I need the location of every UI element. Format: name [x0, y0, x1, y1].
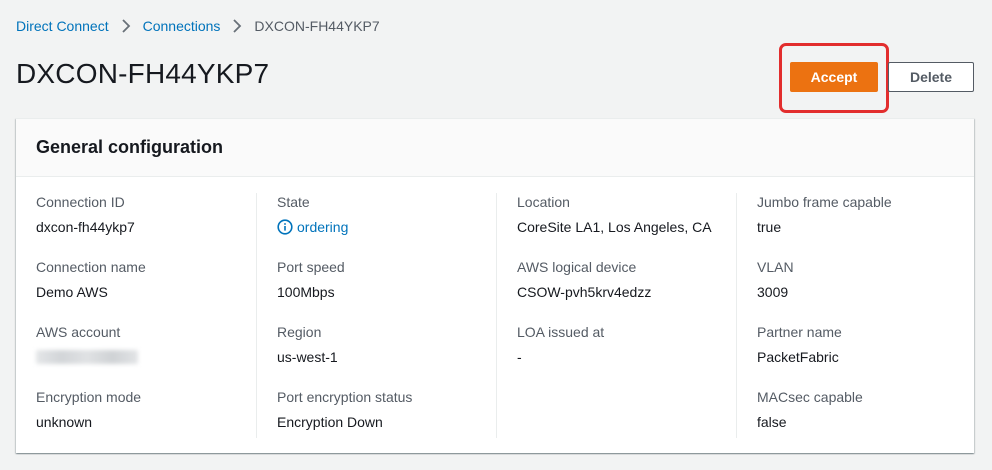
field-label: Partner name	[757, 324, 842, 340]
field-value: dxcon-fh44ykp7	[36, 219, 135, 235]
field-label: VLAN	[757, 259, 794, 275]
field-port-speed: Port speed 100Mbps	[277, 258, 345, 301]
breadcrumb: Direct Connect Connections DXCON-FH44YKP…	[16, 18, 380, 34]
page-title: DXCON-FH44YKP7	[16, 58, 270, 89]
field-label: LOA issued at	[517, 324, 605, 340]
chevron-right-icon	[232, 19, 242, 33]
field-label: AWS account	[36, 324, 121, 340]
field-vlan: VLAN 3009	[757, 258, 794, 301]
field-value: unknown	[36, 414, 93, 430]
field-value: CSOW-pvh5krv4edzz	[517, 284, 652, 300]
config-column-4: Jumbo frame capable true VLAN 3009 Partn…	[736, 193, 976, 438]
field-label: Connection name	[36, 259, 146, 275]
chevron-right-icon	[121, 19, 131, 33]
field-aws-account: AWS account	[36, 323, 138, 369]
panel-title: General configuration	[36, 137, 224, 157]
field-value: Demo AWS	[36, 284, 108, 300]
info-circle-icon	[277, 219, 293, 235]
field-value: Encryption Down	[277, 414, 383, 430]
field-value: 100Mbps	[277, 284, 335, 300]
field-port-encryption-status: Port encryption status Encryption Down	[277, 388, 412, 431]
field-value: 3009	[757, 284, 789, 300]
general-configuration-panel: General configuration Connection ID dxco…	[16, 118, 974, 453]
field-value: us-west-1	[277, 349, 338, 365]
field-region: Region us-west-1	[277, 323, 338, 366]
field-label: Connection ID	[36, 194, 125, 210]
field-value: true	[757, 219, 782, 235]
field-label: Encryption mode	[36, 389, 142, 405]
field-label: Location	[517, 194, 570, 210]
field-encryption-mode: Encryption mode unknown	[36, 388, 141, 431]
config-column-1: Connection ID dxcon-fh44ykp7 Connection …	[16, 193, 256, 438]
accept-button[interactable]: Accept	[790, 62, 878, 92]
config-column-2: State ordering Port speed 100Mbps Region…	[256, 193, 496, 438]
field-label: Port speed	[277, 259, 345, 275]
panel-header: General configuration	[16, 119, 974, 177]
field-value: -	[517, 349, 522, 365]
field-value: CoreSite LA1, Los Angeles, CA	[517, 219, 712, 235]
state-status[interactable]: ordering	[277, 218, 348, 236]
redacted-account-value	[36, 350, 138, 364]
field-label: MACsec capable	[757, 389, 863, 405]
config-column-3: Location CoreSite LA1, Los Angeles, CA A…	[496, 193, 736, 438]
config-columns: Connection ID dxcon-fh44ykp7 Connection …	[16, 177, 974, 454]
field-connection-id: Connection ID dxcon-fh44ykp7	[36, 193, 135, 236]
field-jumbo-frame-capable: Jumbo frame capable true	[757, 193, 892, 236]
field-label: State	[277, 194, 310, 210]
field-label: Port encryption status	[277, 389, 413, 405]
field-aws-logical-device: AWS logical device CSOW-pvh5krv4edzz	[517, 258, 651, 301]
field-macsec-capable: MACsec capable false	[757, 388, 863, 431]
state-value: ordering	[297, 219, 349, 235]
field-connection-name: Connection name Demo AWS	[36, 258, 146, 301]
field-state: State ordering	[277, 193, 348, 236]
breadcrumb-connections[interactable]: Connections	[143, 18, 221, 34]
field-value: false	[757, 414, 787, 430]
field-label: AWS logical device	[517, 259, 637, 275]
delete-button[interactable]: Delete	[888, 62, 974, 92]
breadcrumb-direct-connect[interactable]: Direct Connect	[16, 18, 109, 34]
field-partner-name: Partner name PacketFabric	[757, 323, 842, 366]
field-location: Location CoreSite LA1, Los Angeles, CA	[517, 193, 712, 236]
breadcrumb-current: DXCON-FH44YKP7	[254, 18, 380, 34]
field-label: Jumbo frame capable	[757, 194, 892, 210]
field-value: PacketFabric	[757, 349, 839, 365]
field-loa-issued-at: LOA issued at -	[517, 323, 604, 366]
field-label: Region	[277, 324, 322, 340]
